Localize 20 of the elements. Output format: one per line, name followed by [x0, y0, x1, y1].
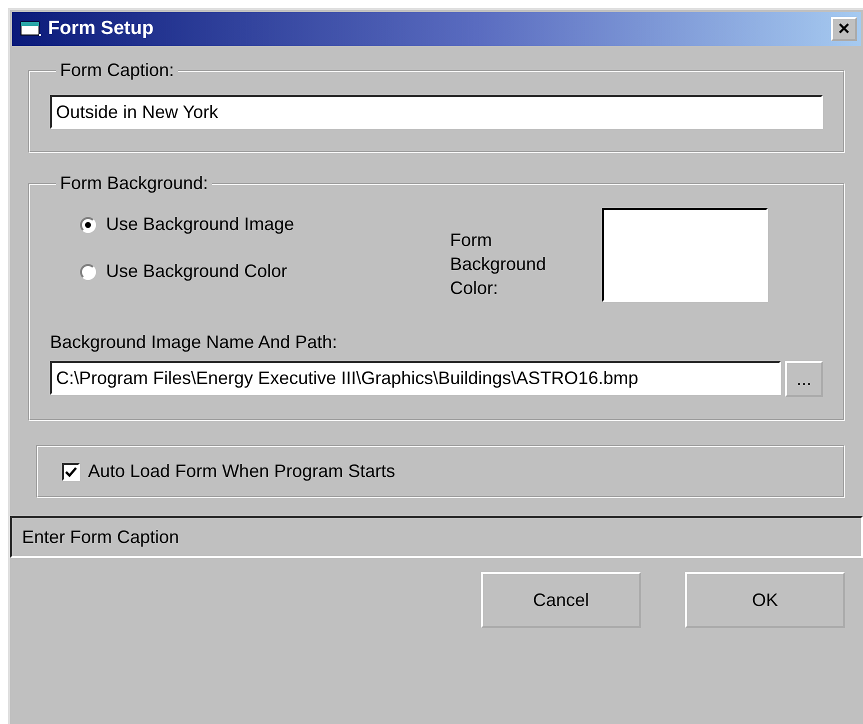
checkbox-label[interactable]: Auto Load Form When Program Starts — [88, 461, 396, 482]
status-text: Enter Form Caption — [22, 526, 180, 548]
caption-field[interactable]: Outside in New York — [50, 95, 823, 129]
radio-button[interactable] — [80, 264, 96, 280]
dialog-button[interactable]: Cancel — [481, 572, 641, 628]
checkbox[interactable] — [62, 462, 80, 480]
radio-button[interactable] — [80, 216, 96, 232]
radio-label[interactable]: Use Background Image — [106, 214, 294, 235]
window-icon — [20, 20, 42, 38]
close-button[interactable]: × — [831, 17, 857, 41]
path-field[interactable]: C:\Program Files\Energy Executive III\Graphics\Buildings\ASTRO16.bmp — [50, 361, 781, 395]
color-swatch[interactable] — [602, 208, 768, 302]
group-label: Form Background: — [59, 173, 210, 194]
path-label: Background Image Name And Path: — [50, 332, 338, 353]
browse-button[interactable]: ... — [785, 361, 823, 397]
group-label: Form Caption: — [59, 60, 176, 81]
radio-label[interactable]: Use Background Color — [106, 261, 288, 282]
color-label: Form Background Color: — [450, 229, 548, 300]
dialog-button[interactable]: OK — [685, 572, 845, 628]
window-title: Form Setup — [48, 18, 155, 40]
